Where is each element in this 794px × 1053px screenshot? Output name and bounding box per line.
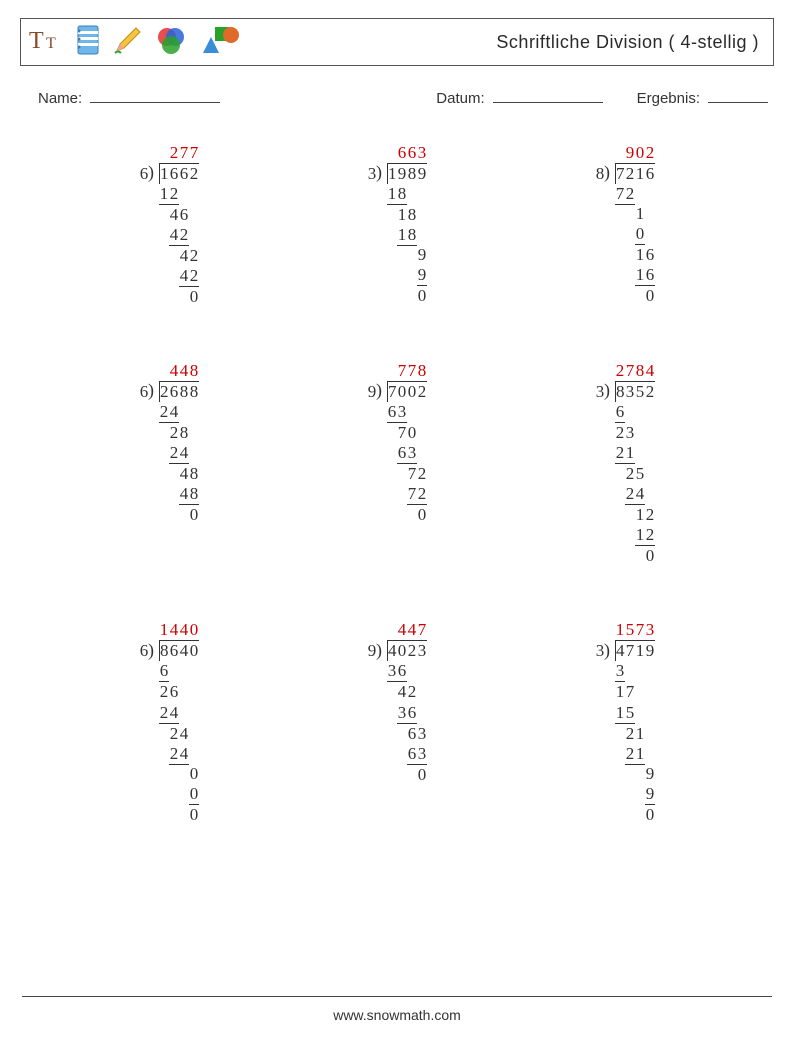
division-problem: 66331989181818990 [288,143,506,307]
toolbar-icons: T T [29,25,239,60]
shapes-icon[interactable] [199,25,239,60]
long-division: 66331989181818990 [367,143,427,307]
problems-grid: 2776166212464242420 66331989181818990 9028… [20,143,774,826]
svg-text:T: T [46,35,56,52]
division-problem: 4479402336423663630 [288,620,506,825]
header-bar: T T [20,18,774,66]
result-label: Ergebnis: [637,90,700,107]
division-problem: 157334719317152121990 [516,620,734,825]
svg-text:T: T [29,28,44,54]
date-label: Datum: [436,90,484,107]
division-problem: 2776166212464242420 [60,143,278,307]
long-division: 27843835262321252412120 [595,361,655,566]
footer: www.snowmath.com [0,996,794,1023]
name-label: Name: [38,90,82,107]
meta-row: Name: Datum: Ergebnis: [20,86,774,107]
division-problem: 27843835262321252412120 [516,361,734,566]
worksheet-page: T T [0,0,794,1053]
long-division: 7789700263706372720 [367,361,427,566]
long-division: 2776166212464242420 [139,143,199,307]
division-problem: 7789700263706372720 [288,361,506,566]
long-division: 90287216721016160 [595,143,655,307]
date-blank[interactable] [493,86,603,103]
division-problem: 144068640626242424000 [60,620,278,825]
result-blank[interactable] [708,86,768,103]
long-division: 157334719317152121990 [595,620,655,825]
text-icon[interactable]: T T [29,26,63,59]
pencil-icon[interactable] [113,25,143,60]
division-problem: 90287216721016160 [516,143,734,307]
long-division: 4486268824282448480 [139,361,199,566]
name-blank[interactable] [90,86,220,103]
long-division: 144068640626242424000 [139,620,199,825]
notebook-icon[interactable] [75,25,101,60]
palette-icon[interactable] [155,25,187,60]
footer-text: www.snowmath.com [333,1007,461,1023]
long-division: 4479402336423663630 [367,620,427,825]
division-problem: 4486268824282448480 [60,361,278,566]
page-title: Schriftliche Division ( 4-stellig ) [496,32,759,53]
